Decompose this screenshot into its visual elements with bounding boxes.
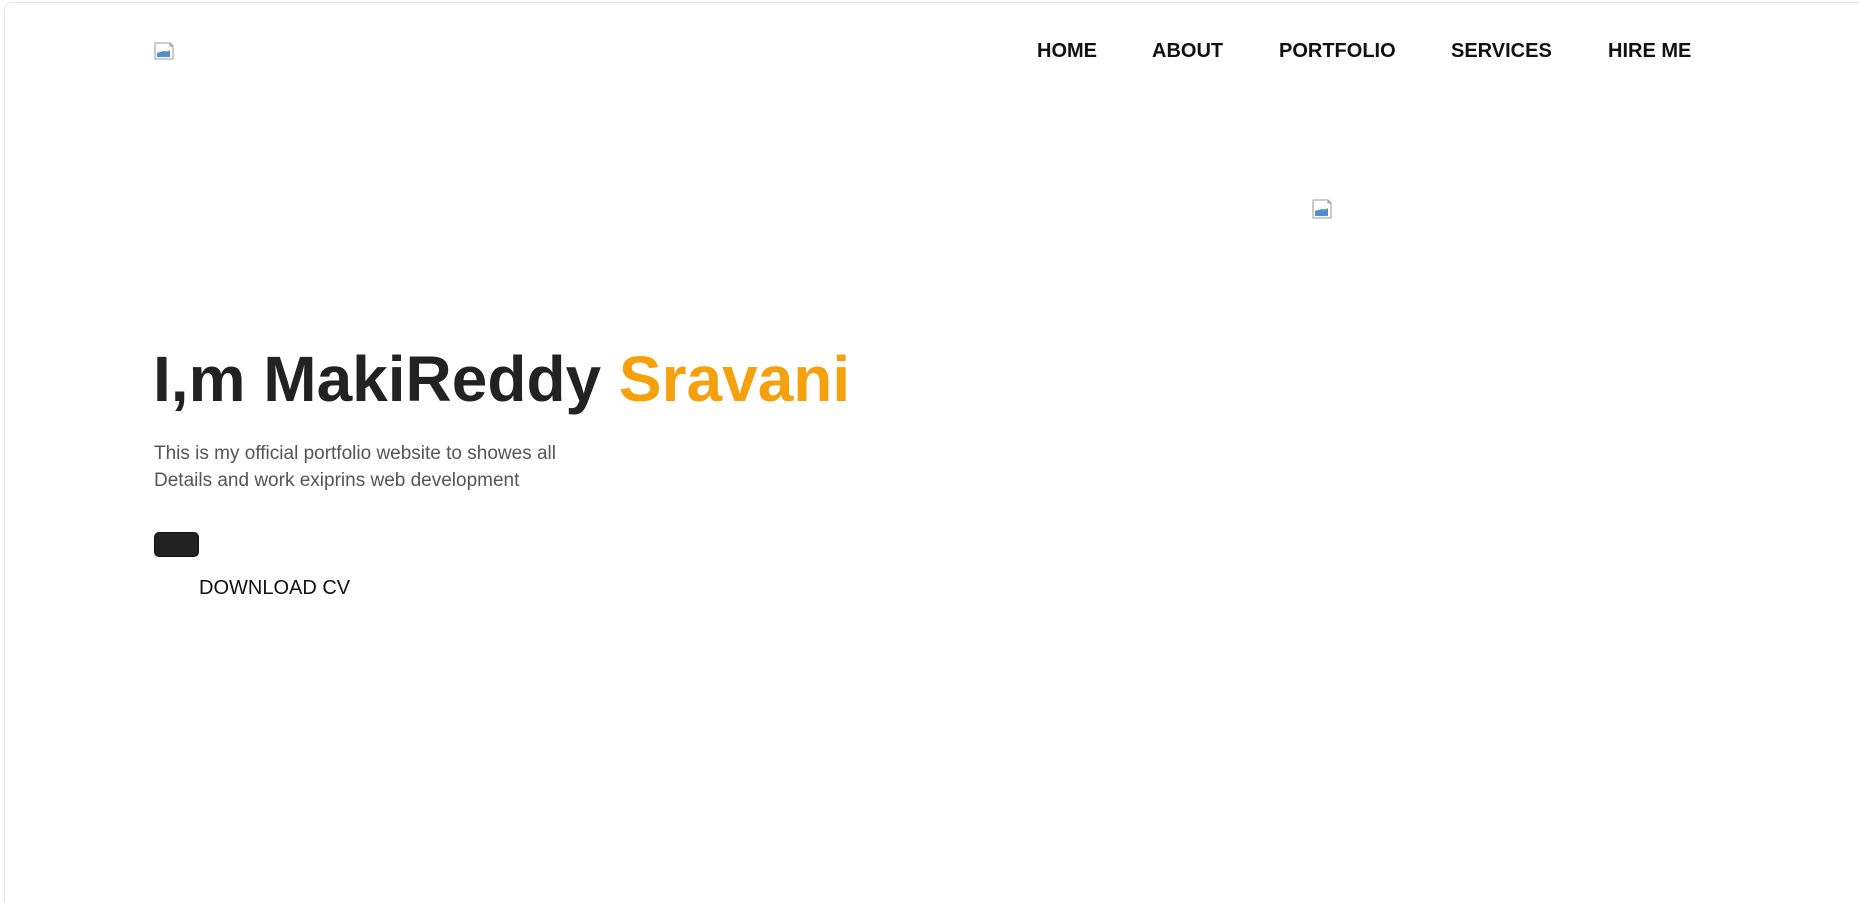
download-cv-link[interactable]: DOWNLOAD CV	[199, 576, 350, 600]
hero-description-line-1: This is my official portfolio website to…	[154, 443, 556, 464]
hero-title: I,m MakiReddy Sravani	[153, 342, 850, 416]
nav-item-hire-me[interactable]: HIRE ME	[1608, 40, 1691, 62]
nav-item-services[interactable]: SERVICES	[1451, 40, 1552, 62]
logo-broken-image-icon[interactable]	[154, 42, 174, 60]
nav-item-about[interactable]: ABOUT	[1152, 40, 1223, 62]
hero-description: This is my official portfolio website to…	[154, 440, 614, 494]
nav-item-home[interactable]: HOME	[1037, 40, 1097, 62]
hero-button[interactable]	[154, 532, 199, 557]
nav-item-portfolio[interactable]: PORTFOLIO	[1279, 40, 1396, 62]
broken-image-icon	[1312, 199, 1332, 219]
hero-description-line-2: Details and work exiprins web developmen…	[154, 470, 520, 491]
hero-broken-image	[1312, 199, 1332, 219]
hero-title-prefix: I,m MakiReddy	[153, 343, 619, 415]
hero-title-highlight: Sravani	[618, 343, 851, 415]
broken-image-icon	[154, 42, 174, 60]
